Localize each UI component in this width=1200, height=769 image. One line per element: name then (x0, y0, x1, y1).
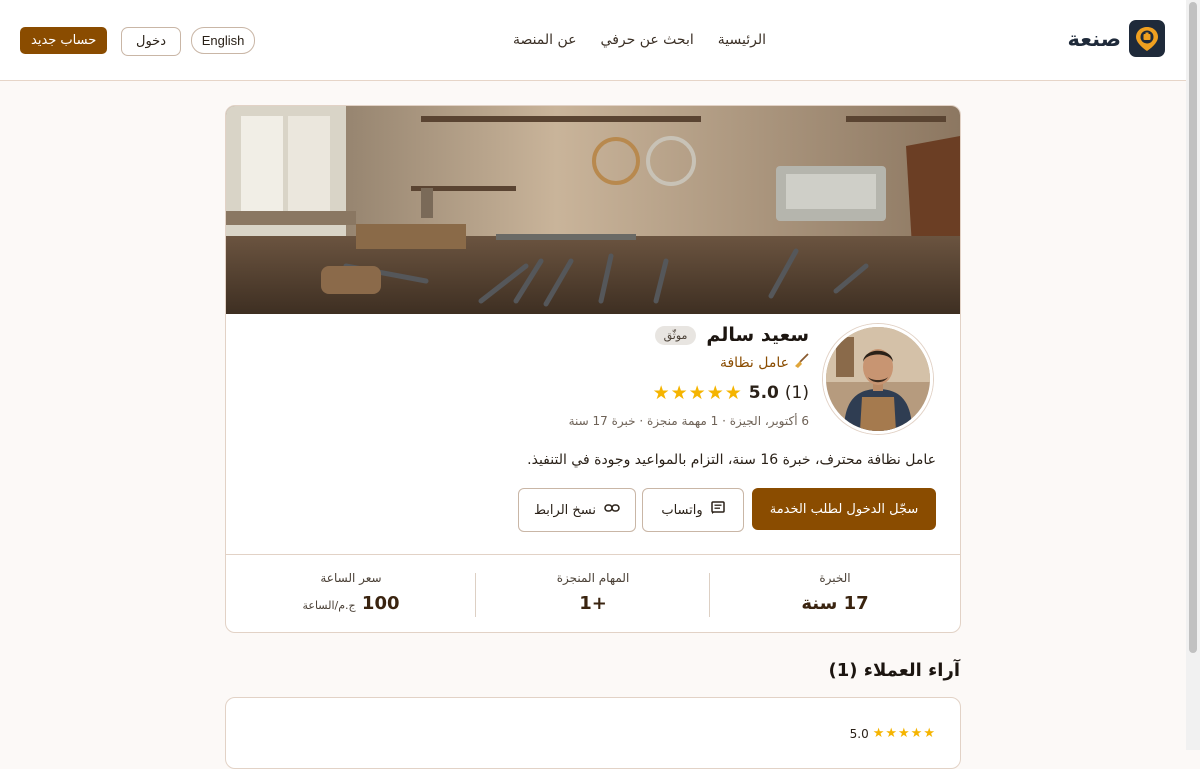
verified-badge: موثّق (654, 325, 697, 345)
cover-image (226, 106, 960, 314)
brand-logo[interactable]: صنعة (1068, 20, 1165, 57)
stat-tasks: المهام المنجزة 1+ (476, 555, 710, 632)
review-stars: ★★★★★ (872, 726, 936, 741)
copy-link-label: نسخ الرابط (533, 502, 597, 518)
request-service-button[interactable]: سجّل الدخول لطلب الخدمة (752, 488, 936, 530)
stat-experience-value: 17 سنة (801, 593, 869, 614)
avatar (823, 324, 933, 434)
stat-rate-value-row: 100 ج.م/الساعة (226, 593, 476, 614)
review-card: ★★★★★ 5.0 (225, 697, 961, 769)
rating-stars: ★★★★★ (652, 382, 743, 404)
profile-meta: 6 أكتوبر، الجيزة · 1 مهمة منجزة · خبرة 1… (568, 414, 809, 428)
login-button[interactable]: دخول (121, 27, 181, 56)
stat-tasks-label: المهام المنجزة (556, 571, 630, 585)
name-row: سعيد سالم موثّق (654, 324, 809, 346)
brand-name: صنعة (1067, 26, 1121, 51)
signup-button[interactable]: حساب جديد (20, 27, 108, 54)
broom-icon (793, 353, 809, 373)
message-icon (710, 501, 725, 519)
profession: عامل نظافة (720, 353, 809, 373)
rating-count: (1) (784, 383, 809, 403)
craftsman-name: سعيد سالم (706, 324, 809, 346)
logo-icon (1129, 20, 1165, 57)
stat-rate: سعر الساعة 100 ج.م/الساعة (226, 555, 476, 632)
nav-item-home[interactable]: الرئيسية (718, 32, 766, 48)
stat-experience: الخبرة 17 سنة (710, 555, 960, 632)
stat-rate-unit: ج.م/الساعة (302, 599, 356, 612)
rating-row: (1) 5.0 ★★★★★ (653, 382, 809, 404)
main-nav: الرئيسية ابحث عن حرفي عن المنصة (513, 32, 766, 48)
stat-tasks-value: 1+ (579, 593, 607, 614)
language-toggle-button[interactable]: English (191, 27, 255, 54)
stat-rate-value: 100 (361, 593, 400, 614)
profession-label: عامل نظافة (719, 355, 789, 371)
profile-bio: عامل نظافة محترف، خبرة 16 سنة، التزام با… (527, 452, 936, 468)
stat-experience-label: الخبرة (819, 571, 851, 585)
nav-item-find-craftsman[interactable]: ابحث عن حرفي (601, 32, 694, 48)
page-scrollbar[interactable] (1186, 0, 1200, 750)
copy-link-button[interactable]: نسخ الرابط (518, 488, 636, 532)
whatsapp-button[interactable]: واتساب (642, 488, 744, 532)
review-rating-value: 5.0 (849, 726, 869, 741)
rating-value: 5.0 (748, 383, 779, 403)
nav-item-about[interactable]: عن المنصة (513, 32, 577, 48)
link-icon (604, 502, 620, 518)
whatsapp-button-label: واتساب (661, 502, 703, 518)
scrollbar-thumb[interactable] (1189, 2, 1197, 653)
stats-bar: الخبرة 17 سنة المهام المنجزة 1+ سعر السا… (226, 554, 960, 632)
top-navbar: صنعة الرئيسية ابحث عن حرفي عن المنصة Eng… (0, 0, 1186, 81)
profile-card: سعيد سالم موثّق عامل نظافة (1) 5.0 ★★★★★… (225, 105, 961, 633)
reviews-title: آراء العملاء (1) (828, 660, 960, 681)
review-rating: ★★★★★ 5.0 (850, 726, 936, 741)
stat-rate-label: سعر الساعة (320, 571, 382, 585)
